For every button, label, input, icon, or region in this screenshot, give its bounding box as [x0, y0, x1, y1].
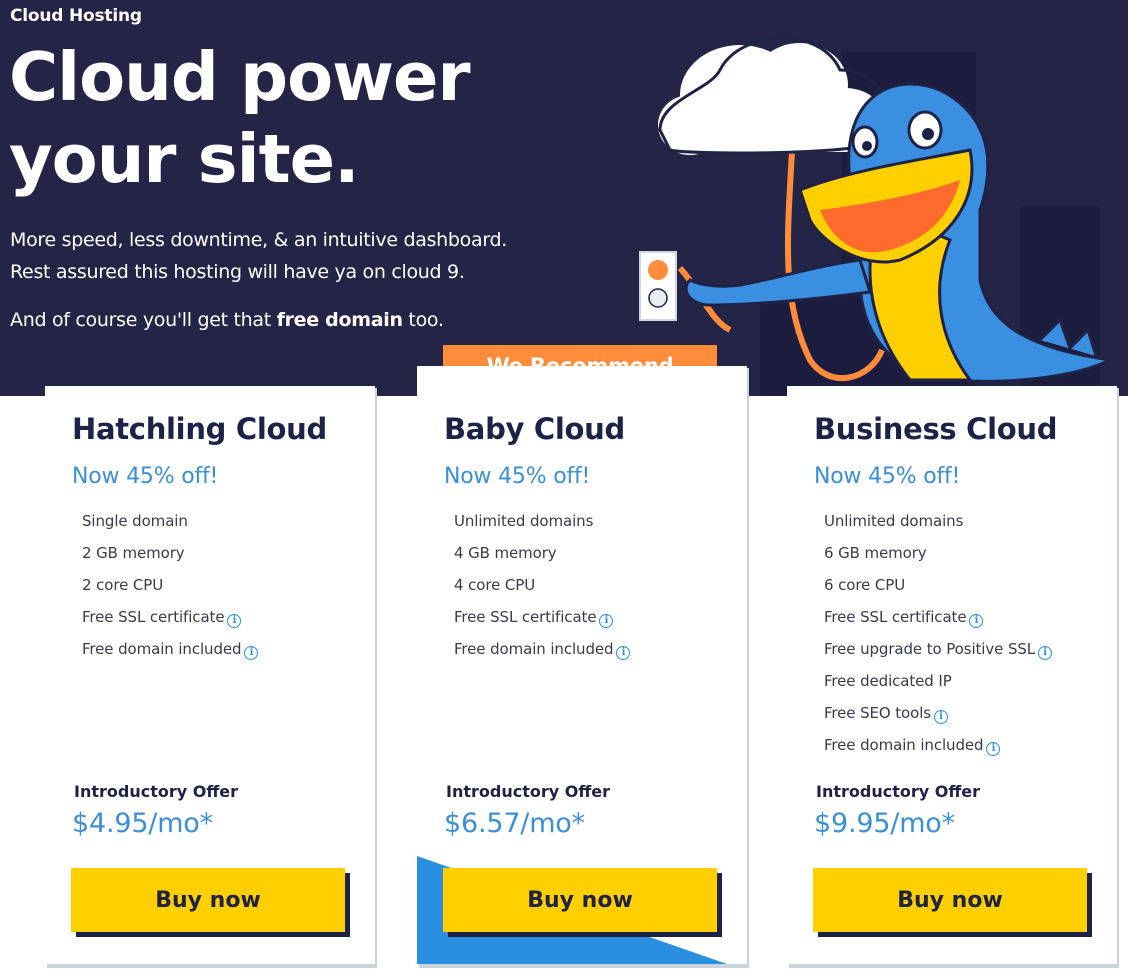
plan-card-baby: Baby Cloud Now 45% off! Unlimited domain…	[417, 366, 747, 964]
hero-headline: Cloud power your site.	[9, 36, 471, 200]
subtext-line-1: More speed, less downtime, & an intuitiv…	[10, 229, 508, 251]
hero-banner: Cloud Hosting Cloud power your site. Mor…	[0, 0, 1128, 396]
feature-item: Free domain included i	[82, 638, 259, 670]
feature-text: 2 core CPU	[82, 576, 164, 594]
note-bold: free domain	[276, 309, 403, 331]
feature-item: Free SSL certificate i	[82, 606, 258, 638]
info-icon[interactable]: i	[599, 614, 614, 628]
feature-text: Free SSL certificate	[82, 608, 225, 626]
feature-text: Free SSL certificate	[454, 608, 597, 626]
feature-text: 2 GB memory	[82, 544, 185, 562]
feature-list: Unlimited domains 4 GB memory 4 core CPU…	[454, 510, 631, 670]
feature-list: Unlimited domains 6 GB memory 6 core CPU…	[824, 510, 1053, 766]
feature-item: Unlimited domains	[824, 510, 1052, 542]
feature-item: Single domain	[82, 510, 258, 542]
feature-text: Free domain included	[82, 640, 242, 658]
hero-free-domain-note: And of course you'll get that free domai…	[10, 305, 444, 335]
feature-text: Free dedicated IP	[824, 672, 952, 690]
feature-text: Free SEO tools	[824, 704, 931, 722]
feature-text: Unlimited domains	[824, 512, 964, 530]
plan-price: $6.57/mo*	[444, 808, 585, 839]
feature-item: 6 GB memory	[824, 542, 1052, 574]
feature-text: 6 GB memory	[824, 544, 927, 562]
note-prefix: And of course you'll get that	[10, 309, 277, 331]
feature-text: Single domain	[82, 512, 188, 530]
feature-text: 4 GB memory	[454, 544, 557, 562]
info-icon[interactable]: i	[969, 614, 984, 628]
feature-text: Free upgrade to Positive SSL	[824, 640, 1036, 658]
plan-price: $9.95/mo*	[814, 808, 955, 839]
info-icon[interactable]: i	[616, 646, 631, 660]
info-icon[interactable]: i	[227, 614, 242, 628]
info-icon[interactable]: i	[244, 646, 259, 660]
buy-now-button[interactable]: Buy now	[813, 868, 1087, 932]
feature-item: Free SSL certificate i	[454, 606, 630, 638]
headline-line-1: Cloud power	[9, 38, 471, 116]
offer-label: Introductory Offer	[74, 782, 239, 801]
feature-item: 6 core CPU	[824, 574, 1052, 606]
feature-item: 4 core CPU	[454, 574, 630, 606]
offer-label: Introductory Offer	[816, 782, 981, 801]
feature-text: Free domain included	[824, 736, 984, 754]
plan-name: Business Cloud	[814, 412, 1058, 446]
plan-card-business: Business Cloud Now 45% off! Unlimited do…	[787, 386, 1117, 964]
info-icon[interactable]: i	[986, 742, 1001, 756]
gator-mascot-illustration	[639, 36, 1115, 396]
plan-discount: Now 45% off!	[444, 464, 591, 489]
feature-item: Free upgrade to Positive SSL i	[824, 638, 1053, 670]
hero-eyebrow: Cloud Hosting	[10, 6, 142, 26]
plan-name: Hatchling Cloud	[72, 412, 327, 446]
feature-text: 6 core CPU	[824, 576, 906, 594]
plan-price: $4.95/mo*	[72, 808, 213, 839]
feature-item: Free SEO tools i	[824, 702, 1052, 734]
feature-text: Free domain included	[454, 640, 614, 658]
feature-text: 4 core CPU	[454, 576, 536, 594]
subtext-line-2: Rest assured this hosting will have ya o…	[10, 261, 465, 283]
info-icon[interactable]: i	[934, 710, 948, 724]
feature-item: 2 GB memory	[82, 542, 258, 574]
buy-now-button[interactable]: Buy now	[443, 868, 717, 932]
feature-item: Free domain included i	[454, 638, 631, 670]
info-icon[interactable]: i	[1038, 646, 1053, 660]
feature-item: Free SSL certificate i	[824, 606, 1052, 638]
headline-line-2: your site.	[9, 120, 360, 198]
feature-text: Free SSL certificate	[824, 608, 967, 626]
offer-label: Introductory Offer	[446, 782, 611, 801]
feature-item: Free domain included i	[824, 734, 1052, 766]
plan-discount: Now 45% off!	[72, 464, 219, 489]
hero-subtext: More speed, less downtime, & an intuitiv…	[10, 224, 507, 288]
feature-item: 2 core CPU	[82, 574, 258, 606]
feature-text: Unlimited domains	[454, 512, 594, 530]
feature-item: Unlimited domains	[454, 510, 630, 542]
plan-card-hatchling: Hatchling Cloud Now 45% off! Single doma…	[45, 386, 375, 964]
feature-list: Single domain 2 GB memory 2 core CPU Fre…	[82, 510, 259, 670]
buy-now-button[interactable]: Buy now	[71, 868, 345, 932]
plan-name: Baby Cloud	[444, 412, 625, 446]
feature-item: Free dedicated IP	[824, 670, 1052, 702]
plan-discount: Now 45% off!	[814, 464, 961, 489]
feature-item: 4 GB memory	[454, 542, 630, 574]
note-suffix: too.	[402, 309, 444, 331]
